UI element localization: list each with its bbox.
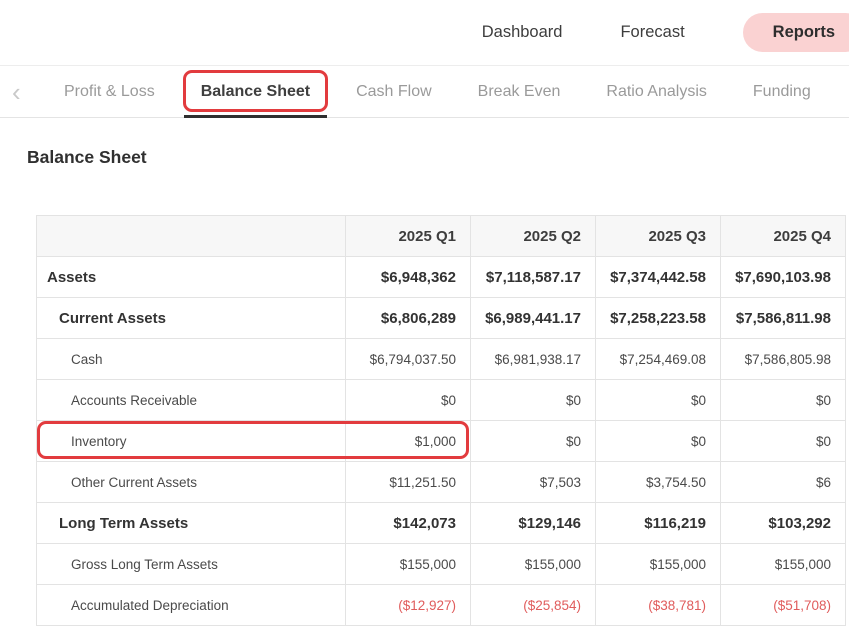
cell-value: ($25,854) (470, 584, 596, 626)
table-row-other-current-assets: Other Current Assets $11,251.50 $7,503 $… (36, 461, 846, 503)
cell-value: $0 (470, 420, 596, 462)
cell-value: $6,981,938.17 (470, 338, 596, 380)
cell-value: $7,254,469.08 (595, 338, 721, 380)
cell-value: $6,794,037.50 (345, 338, 471, 380)
cell-value: $155,000 (345, 543, 471, 585)
tab-balance-sheet-label: Balance Sheet (200, 82, 311, 100)
row-label: Accounts Receivable (36, 379, 346, 421)
table-row-cash: Cash $6,794,037.50 $6,981,938.17 $7,254,… (36, 338, 846, 380)
cell-value: $1,000 (345, 420, 471, 462)
cell-value: $11,251.50 (345, 461, 471, 503)
cell-value: $103,292 (720, 502, 846, 544)
page-title: Balance Sheet (27, 147, 147, 167)
balance-sheet-table: 2025 Q1 2025 Q2 2025 Q3 2025 Q4 Assets $… (36, 215, 846, 626)
table-row-accounts-receivable: Accounts Receivable $0 $0 $0 $0 (36, 379, 846, 421)
cell-value: $116,219 (595, 502, 721, 544)
cell-value: $155,000 (720, 543, 846, 585)
cell-value: $0 (720, 420, 846, 462)
cell-value: $6 (720, 461, 846, 503)
table-row-assets: Assets $6,948,362 $7,118,587.17 $7,374,4… (36, 256, 846, 298)
cell-value: $155,000 (595, 543, 721, 585)
cell-value: $7,586,805.98 (720, 338, 846, 380)
cell-value: $0 (470, 379, 596, 421)
chevron-left-icon[interactable]: ‹ (12, 79, 30, 105)
nav-forecast[interactable]: Forecast (620, 23, 684, 42)
table-row-inventory: Inventory $1,000 $0 $0 $0 (36, 420, 846, 462)
table-row-accumulated-depreciation: Accumulated Depreciation ($12,927) ($25,… (36, 584, 846, 626)
row-label: Assets (36, 256, 346, 298)
cell-value: ($12,927) (345, 584, 471, 626)
row-label: Accumulated Depreciation (36, 584, 346, 626)
tab-funding[interactable]: Funding (753, 66, 811, 117)
row-label: Other Current Assets (36, 461, 346, 503)
cell-value: $7,118,587.17 (470, 256, 596, 298)
tab-balance-sheet[interactable]: Balance Sheet (182, 66, 329, 118)
table-row-long-term-assets: Long Term Assets $142,073 $129,146 $116,… (36, 502, 846, 544)
column-2025-q4: 2025 Q4 (720, 215, 846, 257)
cell-value: $129,146 (470, 502, 596, 544)
row-label: Long Term Assets (36, 502, 346, 544)
row-label: Current Assets (36, 297, 346, 339)
cell-value: $7,690,103.98 (720, 256, 846, 298)
row-label: Cash (36, 338, 346, 380)
nav-reports[interactable]: Reports (742, 13, 849, 52)
cell-value: $3,754.50 (595, 461, 721, 503)
cell-value: $0 (345, 379, 471, 421)
tab-profit-and-loss[interactable]: Profit & Loss (64, 66, 155, 117)
nav-dashboard[interactable]: Dashboard (482, 23, 563, 42)
cell-value: $6,989,441.17 (470, 297, 596, 339)
cell-value: $0 (595, 379, 721, 421)
cell-value: $6,806,289 (345, 297, 471, 339)
cell-value: $7,258,223.58 (595, 297, 721, 339)
tab-break-even[interactable]: Break Even (478, 66, 561, 117)
column-2025-q1: 2025 Q1 (345, 215, 471, 257)
cell-value: $0 (720, 379, 846, 421)
row-label: Inventory (36, 420, 346, 462)
column-2025-q2: 2025 Q2 (470, 215, 596, 257)
row-label: Gross Long Term Assets (36, 543, 346, 585)
cell-value: ($38,781) (595, 584, 721, 626)
column-2025-q3: 2025 Q3 (595, 215, 721, 257)
cell-value: $7,374,442.58 (595, 256, 721, 298)
table-row-gross-long-term-assets: Gross Long Term Assets $155,000 $155,000… (36, 543, 846, 585)
cell-value: $0 (595, 420, 721, 462)
tab-ratio-analysis[interactable]: Ratio Analysis (606, 66, 707, 117)
report-tabs: ‹ Profit & Loss Balance Sheet Cash Flow … (0, 66, 849, 118)
cell-value: $7,503 (470, 461, 596, 503)
cell-value: $142,073 (345, 502, 471, 544)
cell-value: $155,000 (470, 543, 596, 585)
top-navigation: Dashboard Forecast Reports (0, 0, 849, 66)
cell-value: $7,586,811.98 (720, 297, 846, 339)
cell-value: $6,948,362 (345, 256, 471, 298)
column-spacer (36, 215, 346, 257)
table-row-current-assets: Current Assets $6,806,289 $6,989,441.17 … (36, 297, 846, 339)
tab-cash-flow[interactable]: Cash Flow (356, 66, 432, 117)
cell-value: ($51,708) (720, 584, 846, 626)
table-header-row: 2025 Q1 2025 Q2 2025 Q3 2025 Q4 (36, 215, 846, 257)
